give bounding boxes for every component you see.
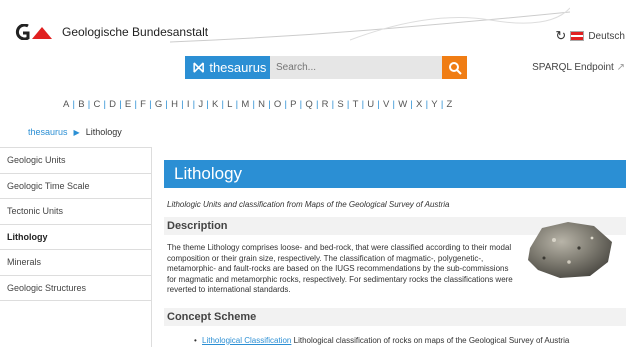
- alphabet-letter-w[interactable]: W: [398, 99, 407, 110]
- breadcrumb-root[interactable]: thesaurus: [28, 127, 68, 137]
- alphabet-separator: |: [361, 99, 365, 110]
- alphabet-letter-e[interactable]: E: [125, 99, 132, 110]
- external-link-icon: ↗: [616, 62, 625, 73]
- main-content: Lithology Lithologic Units and classific…: [164, 160, 626, 345]
- alphabet-letter-s[interactable]: S: [337, 99, 344, 110]
- alphabet-letter-t[interactable]: T: [353, 99, 359, 110]
- language-label: Deutsch: [588, 30, 625, 42]
- alphabet-letter-r[interactable]: R: [322, 99, 329, 110]
- alphabet-letter-q[interactable]: Q: [305, 99, 313, 110]
- alphabet-separator: |: [206, 99, 209, 110]
- sidebar: Geologic Units Geologic Time Scale Tecto…: [0, 147, 152, 347]
- alphabet-separator: |: [119, 99, 122, 110]
- alphabet-letter-n[interactable]: N: [258, 99, 265, 110]
- breadcrumb-current: Lithology: [85, 127, 122, 137]
- page-subtitle: Lithologic Units and classification from…: [167, 200, 450, 209]
- alphabet-separator: |: [149, 99, 152, 110]
- alphabet-letter-z[interactable]: Z: [446, 99, 452, 110]
- alphabet-letter-l[interactable]: L: [227, 99, 232, 110]
- sidebar-item-minerals[interactable]: Minerals: [0, 250, 151, 276]
- alphabet-letter-h[interactable]: H: [171, 99, 178, 110]
- breadcrumb: thesaurus ▶ Lithology: [28, 127, 122, 137]
- alphabet-letter-f[interactable]: F: [140, 99, 146, 110]
- refresh-icon: ↻: [555, 28, 567, 43]
- bullet-icon: •: [194, 335, 197, 345]
- gba-logo-icon: [15, 24, 52, 40]
- alphabet-separator: |: [235, 99, 239, 110]
- search-icon: [448, 61, 462, 75]
- sidebar-item-geologic-units[interactable]: Geologic Units: [0, 148, 151, 174]
- language-switch[interactable]: ↻ Deutsch: [555, 28, 625, 44]
- alphabet-letter-i[interactable]: I: [187, 99, 190, 110]
- sparql-endpoint-link[interactable]: SPARQL Endpoint ↗: [532, 62, 625, 73]
- concept-scheme-heading: Concept Scheme: [164, 307, 626, 326]
- description-text: The theme Lithology comprises loose- and…: [167, 243, 513, 294]
- alphabet-separator: |: [252, 99, 256, 110]
- alphabet-letter-m[interactable]: M: [241, 99, 249, 110]
- alphabet-separator: |: [440, 99, 444, 110]
- alphabet-letter-g[interactable]: G: [155, 99, 163, 110]
- alphabet-letter-p[interactable]: P: [290, 99, 297, 110]
- alphabet-index: A | B | C | D | E | F | G | H | I | J | K | L | M | N | O | P | Q | R | S | T |…: [63, 99, 453, 110]
- alphabet-letter-j[interactable]: J: [198, 99, 203, 110]
- alphabet-separator: |: [392, 99, 396, 110]
- search-input[interactable]: [270, 56, 442, 79]
- alphabet-separator: |: [284, 99, 288, 110]
- alphabet-letter-a[interactable]: A: [63, 99, 70, 110]
- alphabet-separator: |: [181, 99, 184, 110]
- alphabet-separator: |: [134, 99, 138, 110]
- alphabet-letter-c[interactable]: C: [93, 99, 100, 110]
- alphabet-letter-y[interactable]: Y: [431, 99, 438, 110]
- alphabet-separator: |: [410, 99, 414, 110]
- list-item: • Lithological Classification Lithologic…: [164, 336, 626, 345]
- rock-sample-image: [528, 222, 612, 278]
- alphabet-separator: |: [192, 99, 196, 110]
- alphabet-separator: |: [346, 99, 350, 110]
- mountain-decoration: [170, 7, 570, 43]
- alphabet-separator: |: [299, 99, 303, 110]
- alphabet-letter-u[interactable]: U: [367, 99, 374, 110]
- share-icon: ⨝: [193, 59, 205, 75]
- alphabet-separator: |: [165, 99, 169, 110]
- alphabet-separator: |: [425, 99, 429, 110]
- chevron-right-icon: ▶: [73, 127, 80, 137]
- page-title: Lithology: [164, 160, 626, 188]
- header: Geologische Bundesanstalt ↻ Deutsch ⨝ th…: [0, 0, 633, 90]
- alphabet-separator: |: [103, 99, 107, 110]
- search-button[interactable]: [442, 56, 467, 79]
- sparql-label: SPARQL Endpoint: [532, 62, 614, 73]
- alphabet-separator: |: [377, 99, 380, 110]
- sidebar-item-geologic-structures[interactable]: Geologic Structures: [0, 276, 151, 301]
- alphabet-letter-b[interactable]: B: [78, 99, 85, 110]
- alphabet-separator: |: [331, 99, 335, 110]
- concept-scheme-text: Lithological classification of rocks on …: [293, 335, 570, 345]
- concept-scheme-link[interactable]: Lithological Classification: [202, 336, 291, 345]
- alphabet-letter-d[interactable]: D: [109, 99, 116, 110]
- alphabet-letter-o[interactable]: O: [274, 99, 282, 110]
- alphabet-separator: |: [221, 99, 225, 110]
- search-bar: ⨝ thesaurus: [185, 56, 467, 79]
- sidebar-item-geologic-time-scale[interactable]: Geologic Time Scale: [0, 174, 151, 199]
- alphabet-letter-k[interactable]: K: [212, 99, 219, 110]
- alphabet-separator: |: [72, 99, 76, 110]
- sidebar-item-lithology[interactable]: Lithology: [0, 225, 151, 250]
- alphabet-letter-v[interactable]: V: [383, 99, 390, 110]
- austria-flag-icon: [570, 31, 585, 41]
- alphabet-separator: |: [87, 99, 91, 110]
- alphabet-separator: |: [268, 99, 271, 110]
- thesaurus-brand[interactable]: ⨝ thesaurus: [185, 56, 270, 79]
- sidebar-item-tectonic-units[interactable]: Tectonic Units: [0, 199, 151, 225]
- brand-label: thesaurus: [209, 60, 267, 75]
- alphabet-letter-x[interactable]: X: [416, 99, 423, 110]
- alphabet-separator: |: [315, 99, 319, 110]
